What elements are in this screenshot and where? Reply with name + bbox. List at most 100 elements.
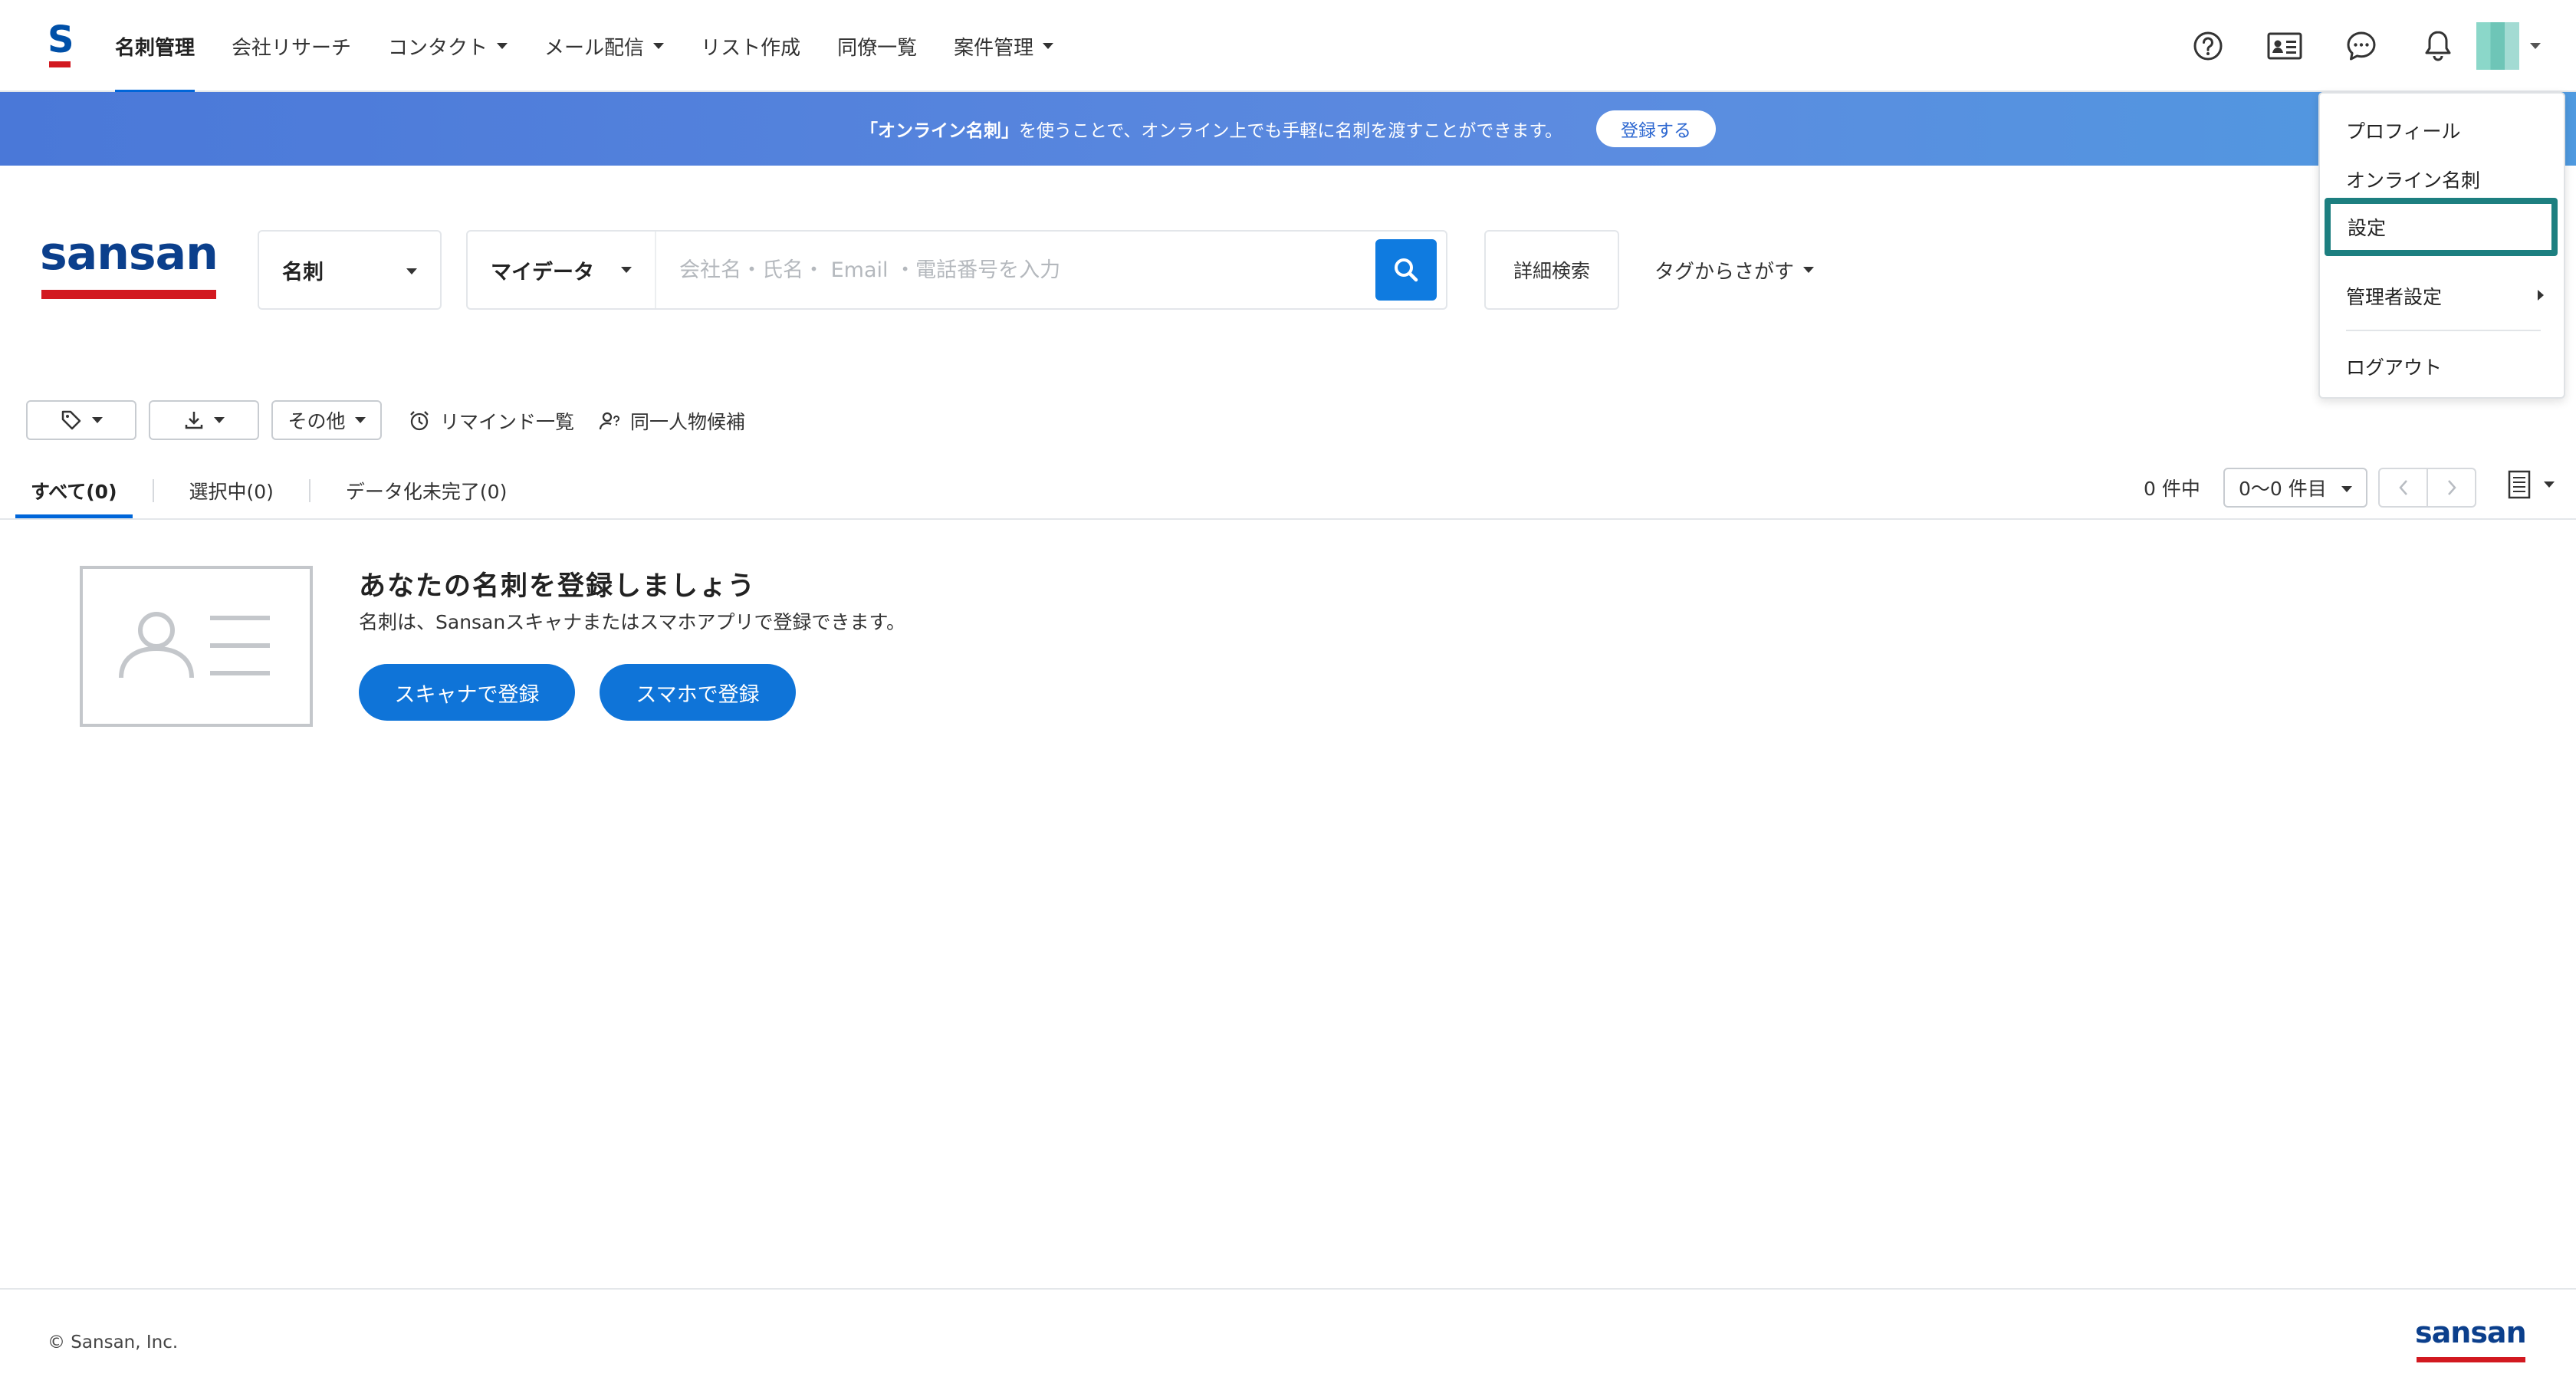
- view-mode-toggle[interactable]: [2507, 465, 2555, 504]
- menu-item-settings[interactable]: 設定: [2325, 198, 2558, 256]
- bell-icon[interactable]: [2400, 0, 2476, 92]
- chevron-down-icon: [214, 417, 225, 423]
- tabs-divider: [0, 518, 2576, 520]
- nav-item-label: 同僚一覧: [837, 36, 918, 60]
- search-bar: マイデータ: [466, 230, 1447, 310]
- search-input[interactable]: [679, 250, 1354, 290]
- search-icon: [1395, 258, 1418, 282]
- nav-item-company-research[interactable]: 会社リサーチ: [232, 0, 351, 92]
- user-dropdown-menu: プロフィール オンライン名刺 設定 管理者設定 ログアウト: [2318, 92, 2565, 399]
- other-menu-label: その他: [288, 410, 346, 432]
- menu-item-admin-settings[interactable]: 管理者設定: [2346, 282, 2442, 310]
- pager: [2378, 468, 2476, 508]
- menu-item-logout[interactable]: ログアウト: [2346, 353, 2442, 380]
- register-button[interactable]: 登録する: [1596, 110, 1717, 147]
- result-count: 0 件中: [2144, 478, 2200, 500]
- business-card-placeholder: [80, 566, 313, 727]
- search-type-select[interactable]: 名刺: [258, 230, 442, 310]
- tag-menu-button[interactable]: [26, 400, 136, 440]
- download-menu-button[interactable]: [149, 400, 259, 440]
- chevron-down-icon: [354, 417, 366, 423]
- app-logo[interactable]: S: [44, 18, 75, 71]
- search-button[interactable]: [1375, 239, 1437, 301]
- nav-item-mail-delivery[interactable]: メール配信: [544, 0, 665, 92]
- banner-text: を使うことで、オンライン上でも手軽に名刺を渡すことができます。: [1018, 121, 1563, 141]
- app-window: S 名刺管理 会社リサーチ コンタクト メール配信 リスト作成 同僚一覧 案件管…: [0, 0, 2576, 1400]
- footer-divider: [0, 1288, 2576, 1290]
- top-nav: S 名刺管理 会社リサーチ コンタクト メール配信 リスト作成 同僚一覧 案件管…: [0, 0, 2576, 94]
- chevron-down-icon: [2341, 486, 2352, 492]
- nav-item-label: 名刺管理: [115, 36, 196, 60]
- footer-logo-bar: [2417, 1357, 2525, 1362]
- chevron-down-icon: [92, 417, 103, 423]
- nav-item-label: リスト作成: [701, 36, 801, 60]
- contact-card-icon[interactable]: [2246, 0, 2323, 92]
- same-person-label: 同一人物候補: [630, 411, 746, 433]
- nav-item-deal-management[interactable]: 案件管理: [954, 0, 1054, 92]
- app-logo-letter: S: [48, 18, 74, 61]
- nav-item-label: メール配信: [544, 36, 645, 60]
- tab-divider: [308, 479, 310, 502]
- business-card-icon: [119, 612, 270, 679]
- tab-selected[interactable]: 選択中(0): [174, 463, 289, 518]
- app-logo-bar: [49, 61, 71, 67]
- nav-item-contact[interactable]: コンタクト: [388, 0, 508, 92]
- same-person-candidates-link[interactable]: 同一人物候補: [598, 403, 745, 439]
- reminder-list-label: リマインド一覧: [440, 411, 575, 433]
- person-question-icon: [599, 412, 619, 430]
- list-view-icon: [2508, 470, 2531, 499]
- chevron-down-icon: [653, 43, 665, 49]
- nav-item-list-creation[interactable]: リスト作成: [701, 0, 800, 92]
- search-scope-value: マイデータ: [491, 260, 594, 284]
- banner-highlight: 「オンライン名刺」: [859, 121, 1019, 141]
- help-icon[interactable]: [2170, 0, 2246, 92]
- nav-item-label: コンタクト: [388, 36, 488, 60]
- nav-item-colleagues[interactable]: 同僚一覧: [837, 0, 917, 92]
- chevron-down-icon: [406, 268, 417, 274]
- sansan-logo-bar: [41, 290, 216, 299]
- user-menu-trigger[interactable]: [2476, 0, 2576, 92]
- tab-all[interactable]: すべて(0): [15, 463, 133, 518]
- chevron-down-icon: [621, 267, 632, 273]
- copyright-text: © Sansan, Inc.: [48, 1333, 179, 1352]
- tab-incomplete[interactable]: データ化未完了(0): [330, 463, 522, 518]
- empty-state-title: あなたの名刺を登録しましょう: [359, 571, 757, 602]
- chevron-down-icon: [497, 43, 508, 49]
- menu-item-profile[interactable]: プロフィール: [2346, 117, 2461, 144]
- nav-icon-group: [2170, 0, 2576, 92]
- register-by-phone-button[interactable]: スマホで登録: [600, 664, 796, 721]
- chevron-right-icon: [2538, 290, 2544, 301]
- reminder-list-link[interactable]: リマインド一覧: [408, 403, 574, 439]
- nav-item-card-management[interactable]: 名刺管理: [115, 0, 196, 94]
- other-menu-button[interactable]: その他: [271, 400, 382, 440]
- chevron-down-icon: [2544, 481, 2555, 488]
- avatar: [2476, 22, 2519, 70]
- tag-search-label: タグからさがす: [1654, 260, 1795, 284]
- menu-divider: [2346, 330, 2541, 331]
- nav-item-label: 案件管理: [954, 36, 1034, 60]
- footer-logo: sansan: [2415, 1316, 2527, 1366]
- chevron-left-icon: [2398, 480, 2407, 495]
- menu-item-online-card[interactable]: オンライン名刺: [2346, 166, 2480, 193]
- search-scope-select[interactable]: マイデータ: [468, 232, 656, 308]
- register-by-scanner-button[interactable]: スキャナで登録: [359, 664, 575, 721]
- tag-search-dropdown[interactable]: タグからさがす: [1654, 253, 1815, 287]
- download-icon: [185, 412, 203, 429]
- main-menu: 名刺管理 会社リサーチ コンタクト メール配信 リスト作成 同僚一覧 案件管理: [115, 0, 1090, 94]
- tab-divider: [152, 479, 154, 502]
- page-range-value: 0〜0 件目: [2239, 478, 2327, 500]
- detailed-search-button[interactable]: 詳細検索: [1484, 230, 1619, 310]
- chat-icon[interactable]: [2323, 0, 2400, 92]
- chevron-down-icon: [2530, 43, 2541, 49]
- next-page-button[interactable]: [2426, 469, 2475, 506]
- prev-page-button[interactable]: [2380, 469, 2426, 506]
- nav-item-label: 会社リサーチ: [232, 36, 352, 60]
- sansan-logo-text: sansan: [40, 227, 219, 281]
- online-card-banner: 「オンライン名刺」を使うことで、オンライン上でも手軽に名刺を渡すことができます。…: [0, 92, 2576, 166]
- empty-state-subtitle: 名刺は、Sansanスキャナまたはスマホアプリで登録できます。: [359, 611, 905, 633]
- banner-message: 「オンライン名刺」を使うことで、オンライン上でも手軽に名刺を渡すことができます。: [860, 116, 1562, 142]
- chevron-down-icon: [1803, 267, 1815, 273]
- banner-edge: [2565, 92, 2576, 166]
- page-range-select[interactable]: 0〜0 件目: [2223, 468, 2367, 508]
- chevron-right-icon: [2447, 480, 2456, 495]
